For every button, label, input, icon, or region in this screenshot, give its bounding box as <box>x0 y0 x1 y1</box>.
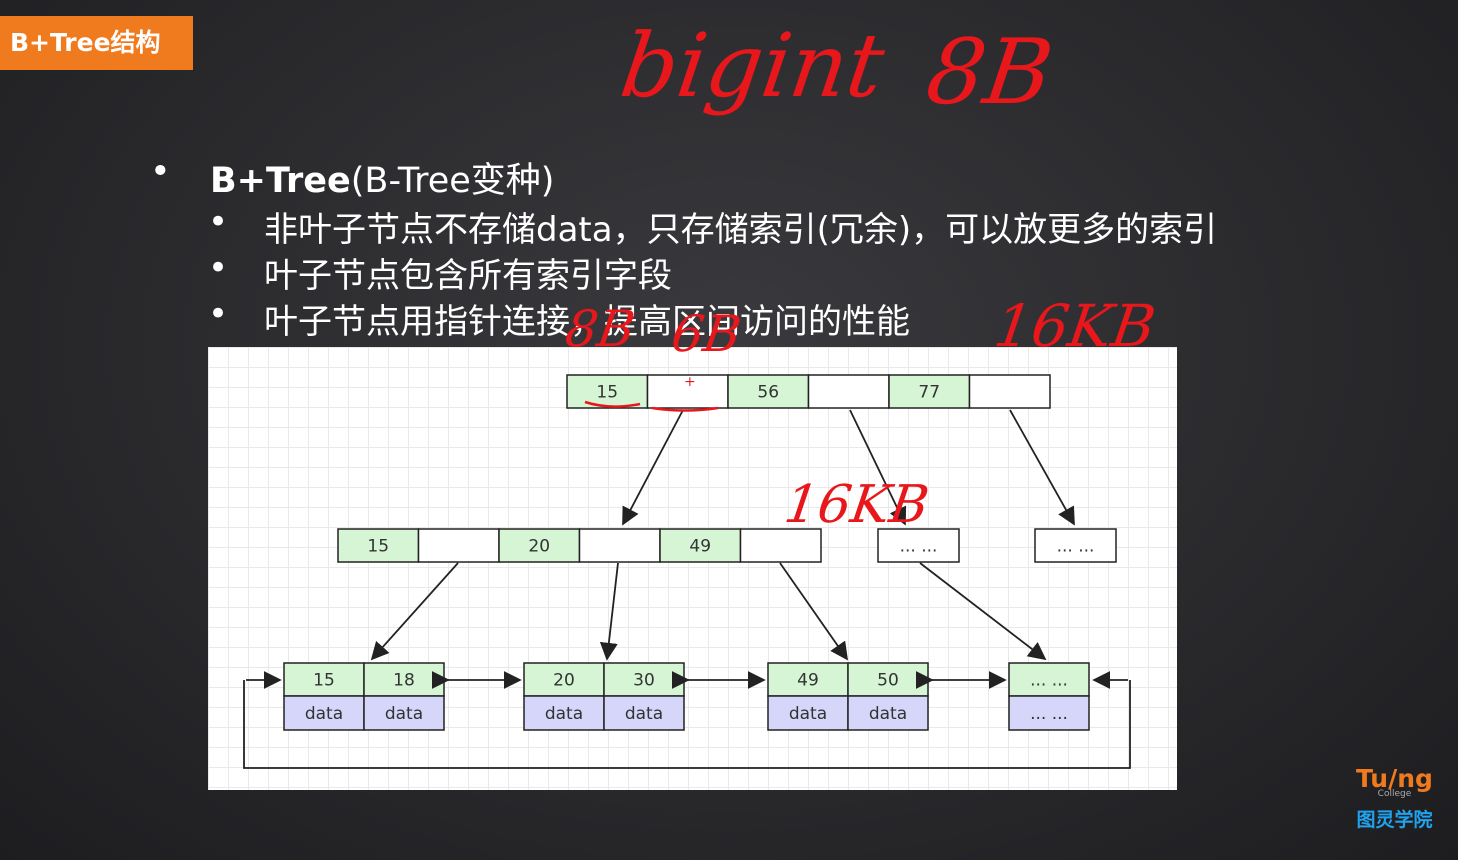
leaf-key-cell-label: 30 <box>633 671 655 691</box>
pointer-arrow <box>1009 409 1075 526</box>
annotation-key-size: 8B <box>561 300 639 358</box>
internal-node-cell-label: 20 <box>528 537 550 557</box>
leaf-key-cell-label: 15 <box>313 671 335 691</box>
annotation-bigint: bigint <box>614 14 891 117</box>
internal-node-cell <box>578 528 661 563</box>
annotation-8b: 8B <box>920 20 1059 125</box>
root-node-cell <box>807 374 890 409</box>
root-node-cell <box>968 374 1051 409</box>
leaf-key-cell-label: 50 <box>877 671 899 691</box>
root-node-cell-label: 77 <box>918 383 940 403</box>
leaf-key-cell-label: 49 <box>797 671 819 691</box>
bullet-dot: • <box>208 202 229 242</box>
pointer-arrow <box>622 409 684 526</box>
bullet-main-bold: B+Tree <box>210 161 351 201</box>
annotation-pointer-size: 6B <box>667 305 745 363</box>
internal-node-cell-label: 15 <box>367 537 389 557</box>
turing-logo: Tu/ng College 图灵学院 <box>1356 764 1433 832</box>
bullet-dot: • <box>208 294 229 334</box>
leaf-data-cell-label: data <box>545 704 583 724</box>
leaf-data-cell-label: data <box>385 704 423 724</box>
bplus-tree-diagram: 15 56 77 15 20 49 ... ... ... ... 15 18 data data 20… <box>208 347 1177 790</box>
bullet-main-text: B+Tree(B-Tree变种) <box>210 152 554 203</box>
leaf-data-cell-label: data <box>869 704 907 724</box>
leaf-key-cell-label: 18 <box>393 671 415 691</box>
tree-svg: 15 56 77 15 20 49 ... ... ... ... 15 18 data data 20… <box>243 374 1131 769</box>
internal-node-cell <box>417 528 500 563</box>
leaf-data-cell-label: ... ... <box>1030 704 1068 724</box>
root-node-cell-label: 15 <box>596 383 618 403</box>
internal-node-placeholder-label: ... ... <box>900 537 938 557</box>
leaf-data-cell-label: data <box>305 704 343 724</box>
bullet-sub-text: 叶子节点包含所有索引字段 <box>264 256 672 296</box>
bullet-dot: • <box>150 152 171 192</box>
logo-cn: 图灵学院 <box>1356 809 1433 831</box>
root-node-cell-label: 56 <box>757 383 779 403</box>
annotation-page-size-top: 16KB <box>990 292 1160 360</box>
pointer-arrow <box>599 562 619 661</box>
bullet-dot: • <box>208 248 229 288</box>
pointer-arrow <box>919 562 1047 661</box>
annotation-page-size-mid: 16KB <box>780 475 933 535</box>
internal-node-placeholder-label: ... ... <box>1057 537 1095 557</box>
internal-node-cell-label: 49 <box>689 537 711 557</box>
bullet-sub-text: 非叶子节点不存储data，只存储索引(冗余)，可以放更多的索引 <box>264 210 1218 250</box>
leaf-key-cell-label: 20 <box>553 671 575 691</box>
pointer-arrow <box>779 562 849 661</box>
annotation-plus: + <box>684 374 696 390</box>
pointer-arrow <box>370 562 459 661</box>
leaf-data-cell-label: data <box>789 704 827 724</box>
leaf-key-cell-label: ... ... <box>1030 671 1068 691</box>
slide-title-badge: B+Tree结构 <box>0 16 193 70</box>
leaf-data-cell-label: data <box>625 704 663 724</box>
bullet-main-rest: (B-Tree变种) <box>350 161 555 201</box>
